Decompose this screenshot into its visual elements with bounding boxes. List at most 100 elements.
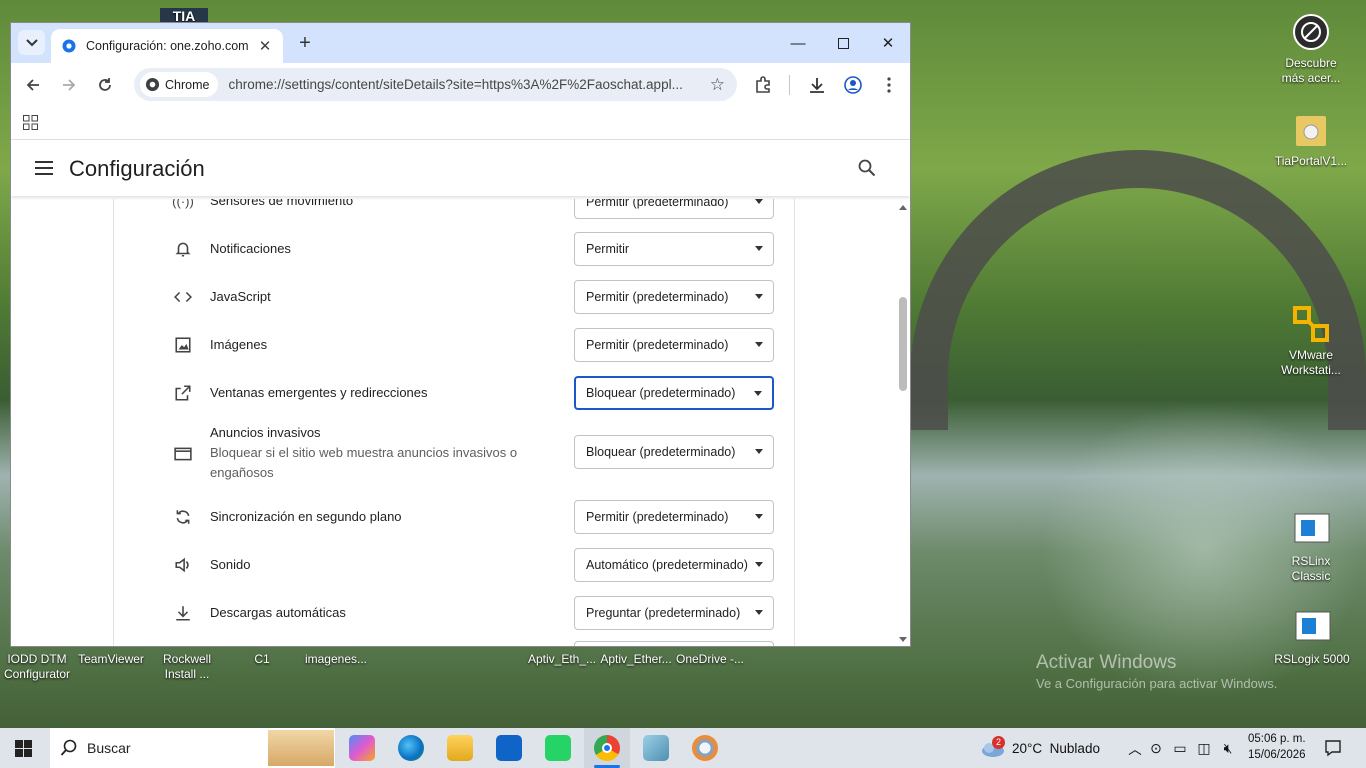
clock[interactable]: 05:06 p. m. 15/06/2026 xyxy=(1248,731,1306,763)
extensions-button[interactable] xyxy=(751,73,775,97)
windows-start-icon[interactable] xyxy=(15,740,32,757)
permission-select[interactable]: Permitir (predeterminado) xyxy=(574,280,774,314)
permission-row-background-sync: Sincronización en segundo plano Permitir… xyxy=(114,495,796,539)
chip-label: Chrome xyxy=(165,77,210,92)
taskbar-paint-icon[interactable] xyxy=(692,735,718,761)
permission-row-notifications: Notificaciones Permitir xyxy=(114,227,796,271)
taskbar-chrome-icon[interactable] xyxy=(594,735,620,761)
rslogix-icon xyxy=(1295,611,1331,641)
desktop-label-teamviewer[interactable]: TeamViewer xyxy=(74,652,148,667)
taskbar-edge-icon[interactable] xyxy=(398,735,424,761)
scroll-up-arrow-icon[interactable] xyxy=(899,205,907,210)
permission-select[interactable]: Permitir (predeterminado) xyxy=(574,199,774,219)
desktop-icon-label: RSLogix 5000 xyxy=(1274,652,1350,666)
forward-button[interactable] xyxy=(57,73,81,97)
permission-select[interactable]: Permitir (predeterminado) xyxy=(574,328,774,362)
browser-toolbar: Chrome chrome://settings/content/siteDet… xyxy=(11,63,910,105)
taskbar-file-explorer-icon[interactable] xyxy=(447,735,473,761)
apps-grid-icon[interactable] xyxy=(23,115,38,130)
caret-down-icon xyxy=(755,514,763,519)
profile-button[interactable] xyxy=(841,73,865,97)
label-line: Aptiv_Ether... xyxy=(600,652,672,666)
desktop-label-c1[interactable]: C1 xyxy=(225,652,299,667)
maximize-icon xyxy=(837,37,849,49)
chevron-up-icon[interactable]: ︿ xyxy=(1126,738,1144,758)
permission-label: JavaScript xyxy=(210,289,271,304)
settings-header: Configuración xyxy=(11,140,910,196)
toolbar-divider xyxy=(789,75,790,95)
label-line: Rockwell xyxy=(162,652,211,666)
tab-title: Configuración: one.zoho.com xyxy=(86,39,249,53)
minimize-button[interactable]: — xyxy=(775,23,821,63)
url-text[interactable]: chrome://settings/content/siteDetails?si… xyxy=(228,77,698,92)
tray-device-icon[interactable]: ◫ xyxy=(1192,740,1216,757)
label-line: Aptiv_Eth_... xyxy=(527,652,597,666)
reload-button[interactable] xyxy=(93,73,117,97)
permission-select-focused[interactable]: Bloquear (predeterminado) xyxy=(574,376,774,410)
scroll-down-arrow-icon[interactable] xyxy=(899,637,907,642)
close-window-button[interactable]: ✕ xyxy=(865,23,910,63)
maximize-button[interactable] xyxy=(820,23,866,63)
permission-select[interactable]: Permitir (predeterminado) xyxy=(574,500,774,534)
permission-select[interactable]: Preguntar (predeterminado) xyxy=(574,596,774,630)
select-value: Automático (predeterminado) xyxy=(586,558,748,572)
settings-content: ((·)) Sensores de movimiento Permitir (p… xyxy=(11,199,910,646)
taskbar-whatsapp-icon[interactable] xyxy=(545,735,571,761)
caret-down-icon xyxy=(755,199,763,204)
desktop-label-aptiv-eth[interactable]: Aptiv_Eth_... xyxy=(525,652,599,667)
permission-select[interactable]: Permitir xyxy=(574,232,774,266)
desktop-label-rockwell[interactable]: Rockwell Install ... xyxy=(150,652,224,682)
motion-sensors-icon: ((·)) xyxy=(172,199,194,209)
notifications-icon[interactable] xyxy=(1324,739,1342,757)
tab-close-icon[interactable]: ✕ xyxy=(257,37,273,55)
permission-select[interactable]: Bloquear (predeterminado) xyxy=(574,435,774,469)
hamburger-menu-icon[interactable] xyxy=(35,161,53,175)
reload-icon xyxy=(99,78,111,91)
desktop-label-aptiv-ether[interactable]: Aptiv_Ether... xyxy=(599,652,673,667)
downloads-button[interactable] xyxy=(805,73,829,97)
menu-button[interactable] xyxy=(877,73,901,97)
desktop-icon-rslinx[interactable]: RSLinx Classic xyxy=(1274,510,1348,584)
scrollbar-thumb[interactable] xyxy=(899,297,907,391)
chrome-center xyxy=(602,743,612,753)
desktop-icon-vmware[interactable]: VMware Workstati... xyxy=(1274,304,1348,378)
desktop-icon-descubre[interactable]: Descubre más acer... xyxy=(1274,12,1348,86)
gear-icon xyxy=(62,39,76,53)
desktop-icon-rslogix[interactable]: RSLogix 5000 xyxy=(1270,608,1354,667)
open-in-new-icon xyxy=(175,385,191,401)
desktop-label-imagenes[interactable]: imagenes... xyxy=(299,652,373,667)
search-icon[interactable] xyxy=(858,159,876,177)
taskbar-search[interactable]: Buscar xyxy=(50,728,335,768)
speaker-muted-icon[interactable]: 🔇︎ xyxy=(1216,740,1240,757)
scrollbar[interactable] xyxy=(896,199,910,646)
tray-app-icon[interactable]: ⊙ xyxy=(1144,740,1168,757)
vmware-icon xyxy=(1293,306,1329,342)
weather-widget[interactable]: 2 20°C Nublado xyxy=(980,728,1100,768)
caret-down-icon xyxy=(755,610,763,615)
back-button[interactable] xyxy=(21,73,45,97)
taskbar-copilot-icon[interactable] xyxy=(349,735,375,761)
permission-select-clipped[interactable] xyxy=(574,641,774,646)
tab-settings[interactable]: Configuración: one.zoho.com ✕ xyxy=(51,29,283,63)
weather-badge: 2 xyxy=(992,736,1005,749)
site-permissions-card: ((·)) Sensores de movimiento Permitir (p… xyxy=(113,199,796,646)
omnibox[interactable]: Chrome chrome://settings/content/siteDet… xyxy=(134,68,737,101)
taskbar-outlook-icon[interactable] xyxy=(496,735,522,761)
weather-text: 20°C Nublado xyxy=(1012,740,1100,756)
bookmark-star-icon[interactable]: ☆ xyxy=(710,75,725,95)
search-highlight-image xyxy=(268,730,334,766)
permission-select[interactable]: Automático (predeterminado) xyxy=(574,548,774,582)
taskbar-app-icon[interactable] xyxy=(643,735,669,761)
network-icon[interactable]: ▭ xyxy=(1168,740,1192,757)
desktop-label-iodd[interactable]: IODD DTM Configurator xyxy=(0,652,74,682)
label-line: C1 xyxy=(254,652,270,666)
site-info-chip[interactable]: Chrome xyxy=(140,72,219,97)
desktop-label-onedrive[interactable]: OneDrive -... xyxy=(673,652,747,667)
tab-search-button[interactable] xyxy=(18,30,45,55)
select-value: Permitir (predeterminado) xyxy=(586,510,729,524)
permission-row-images: Imágenes Permitir (predeterminado) xyxy=(114,323,796,367)
desktop-icon-label: VMware xyxy=(1288,348,1333,362)
new-tab-button[interactable]: + xyxy=(294,32,316,55)
clock-date: 15/06/2026 xyxy=(1248,749,1306,761)
desktop-icon-tiaportal[interactable]: TiaPortalV1... xyxy=(1274,110,1348,169)
